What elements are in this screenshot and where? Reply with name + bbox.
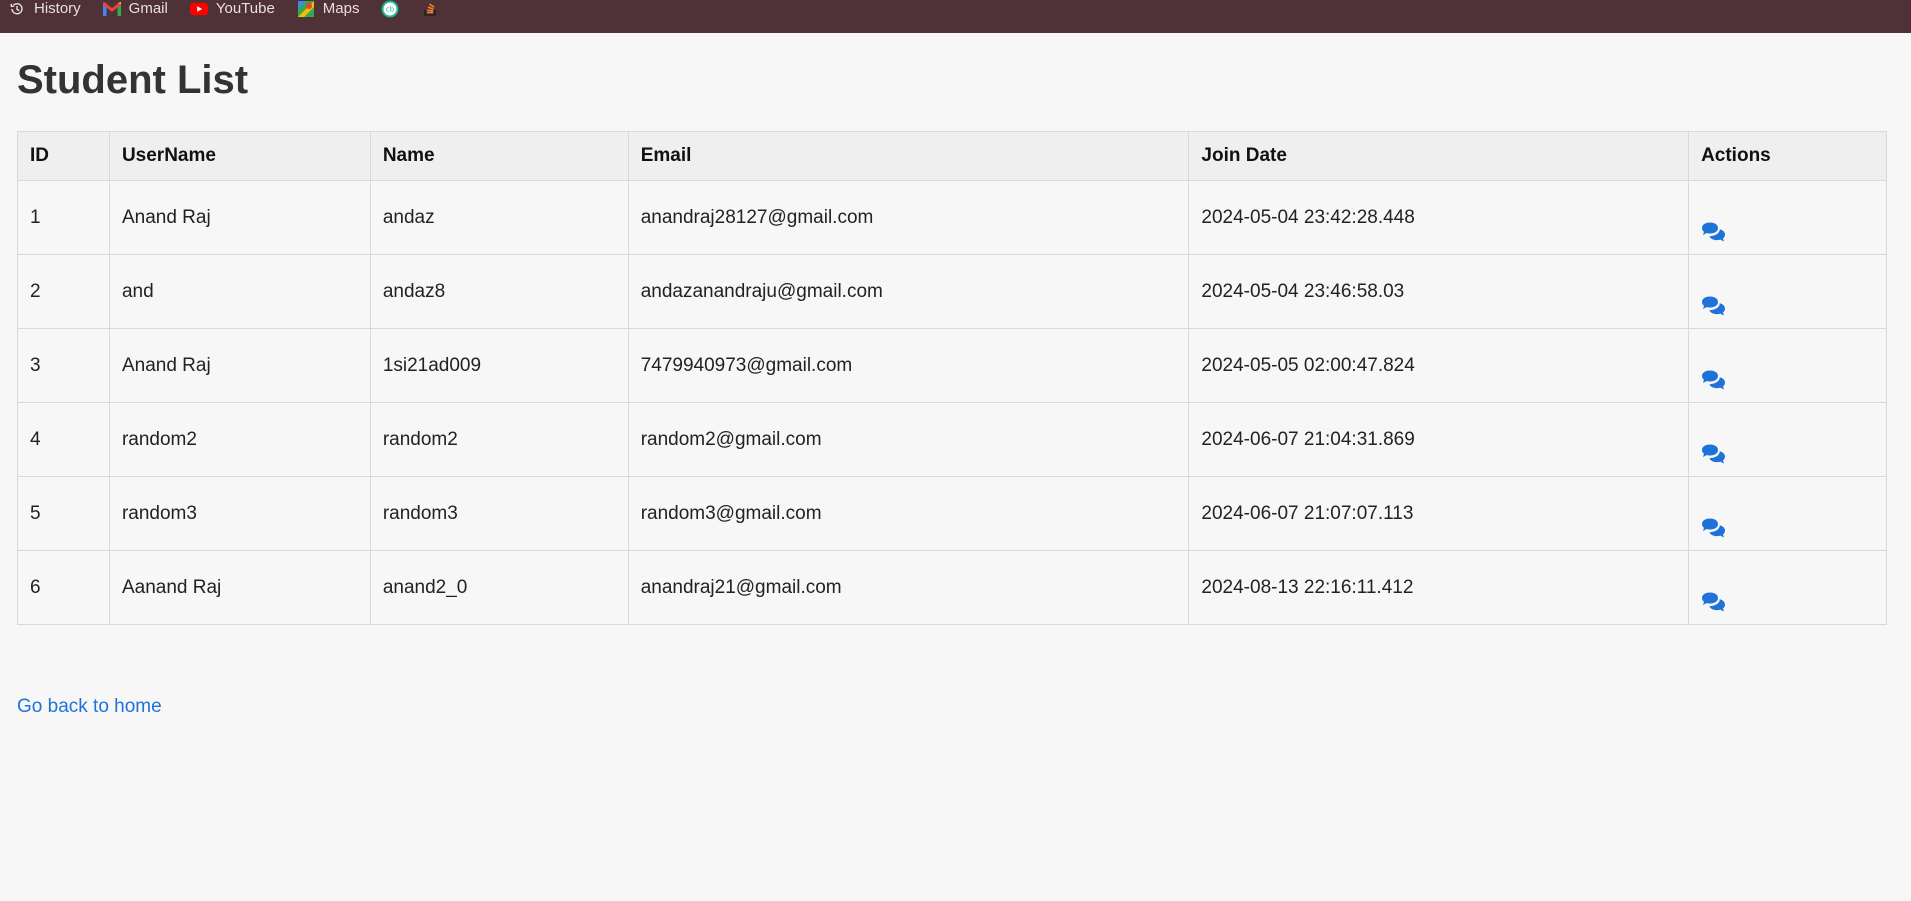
- cell-join-date: 2024-06-07 21:04:31.869: [1188, 402, 1690, 477]
- cell-actions: [1688, 550, 1887, 625]
- cell-email: anandraj28127@gmail.com: [627, 180, 1190, 255]
- cell-name: andaz8: [369, 254, 629, 329]
- table-row: 6 Aanand Raj anand2_0 anandraj21@gmail.c…: [17, 550, 1887, 625]
- cell-email: random2@gmail.com: [627, 402, 1190, 477]
- bookmark-label: YouTube: [215, 0, 275, 17]
- cell-username: random2: [108, 402, 371, 477]
- bookmarks-bar: History Gmail YouTube Maps cb: [0, 0, 1911, 33]
- cell-id: 3: [17, 328, 110, 403]
- svg-text:cb: cb: [386, 5, 395, 13]
- cell-email: andazanandraju@gmail.com: [627, 254, 1190, 329]
- cell-actions: [1688, 180, 1887, 255]
- cell-username: and: [108, 254, 371, 329]
- cell-name: andaz: [369, 180, 629, 255]
- chat-icon[interactable]: [1701, 444, 1727, 470]
- cell-actions: [1688, 254, 1887, 329]
- cell-username: Anand Raj: [108, 180, 371, 255]
- chat-icon[interactable]: [1701, 370, 1727, 396]
- cell-id: 2: [17, 254, 110, 329]
- chat-icon[interactable]: [1701, 592, 1727, 618]
- table-header-row: ID UserName Name Email Join Date Actions: [17, 131, 1887, 181]
- table-row: 5 random3 random3 random3@gmail.com 2024…: [17, 476, 1887, 551]
- bookmark-maps[interactable]: Maps: [297, 0, 360, 17]
- table-row: 4 random2 random2 random2@gmail.com 2024…: [17, 402, 1887, 477]
- maps-icon: [297, 0, 315, 17]
- bookmark-label: History: [34, 0, 81, 17]
- bookmark-cb[interactable]: cb: [381, 0, 399, 17]
- cell-username: Aanand Raj: [108, 550, 371, 625]
- cell-id: 1: [17, 180, 110, 255]
- chat-icon[interactable]: [1701, 296, 1727, 322]
- history-icon: [8, 0, 26, 17]
- bookmark-stackoverflow[interactable]: [421, 0, 439, 17]
- bookmark-history[interactable]: History: [8, 0, 81, 17]
- column-header-name: Name: [369, 131, 629, 181]
- table-row: 3 Anand Raj 1si21ad009 7479940973@gmail.…: [17, 328, 1887, 403]
- chat-icon[interactable]: [1701, 222, 1727, 248]
- column-header-email: Email: [627, 131, 1190, 181]
- cell-name: random3: [369, 476, 629, 551]
- cell-name: random2: [369, 402, 629, 477]
- cell-actions: [1688, 328, 1887, 403]
- stackoverflow-icon: [421, 0, 439, 17]
- chat-icon[interactable]: [1701, 518, 1727, 544]
- cell-join-date: 2024-05-05 02:00:47.824: [1188, 328, 1690, 403]
- table-row: 1 Anand Raj andaz anandraj28127@gmail.co…: [17, 180, 1887, 255]
- column-header-join-date: Join Date: [1188, 131, 1690, 181]
- column-header-id: ID: [17, 131, 110, 181]
- cell-join-date: 2024-08-13 22:16:11.412: [1188, 550, 1690, 625]
- cell-id: 6: [17, 550, 110, 625]
- bookmark-label: Maps: [322, 0, 360, 17]
- bookmark-youtube[interactable]: YouTube: [189, 0, 275, 17]
- cell-join-date: 2024-05-04 23:46:58.03: [1188, 254, 1690, 329]
- cell-email: anandraj21@gmail.com: [627, 550, 1190, 625]
- column-header-actions: Actions: [1688, 131, 1887, 181]
- main-content: Student List ID UserName Name Email Join…: [17, 33, 1887, 717]
- cell-username: Anand Raj: [108, 328, 371, 403]
- cell-name: anand2_0: [369, 550, 629, 625]
- gmail-icon: [102, 0, 121, 17]
- cell-actions: [1688, 402, 1887, 477]
- page-title: Student List: [17, 58, 249, 102]
- student-table: ID UserName Name Email Join Date Actions…: [17, 131, 1887, 625]
- cell-username: random3: [108, 476, 371, 551]
- cell-join-date: 2024-05-04 23:42:28.448: [1188, 180, 1690, 255]
- youtube-icon: [189, 0, 208, 17]
- home-link[interactable]: Go back to home: [17, 696, 162, 718]
- cell-name: 1si21ad009: [369, 328, 629, 403]
- bookmark-gmail[interactable]: Gmail: [102, 0, 168, 17]
- cell-id: 5: [17, 476, 110, 551]
- cell-id: 4: [17, 402, 110, 477]
- cb-icon: cb: [381, 0, 399, 17]
- cell-join-date: 2024-06-07 21:07:07.113: [1188, 476, 1690, 551]
- column-header-username: UserName: [108, 131, 371, 181]
- table-row: 2 and andaz8 andazanandraju@gmail.com 20…: [17, 254, 1887, 329]
- bookmark-label: Gmail: [128, 0, 168, 17]
- cell-email: 7479940973@gmail.com: [627, 328, 1190, 403]
- cell-actions: [1688, 476, 1887, 551]
- cell-email: random3@gmail.com: [627, 476, 1190, 551]
